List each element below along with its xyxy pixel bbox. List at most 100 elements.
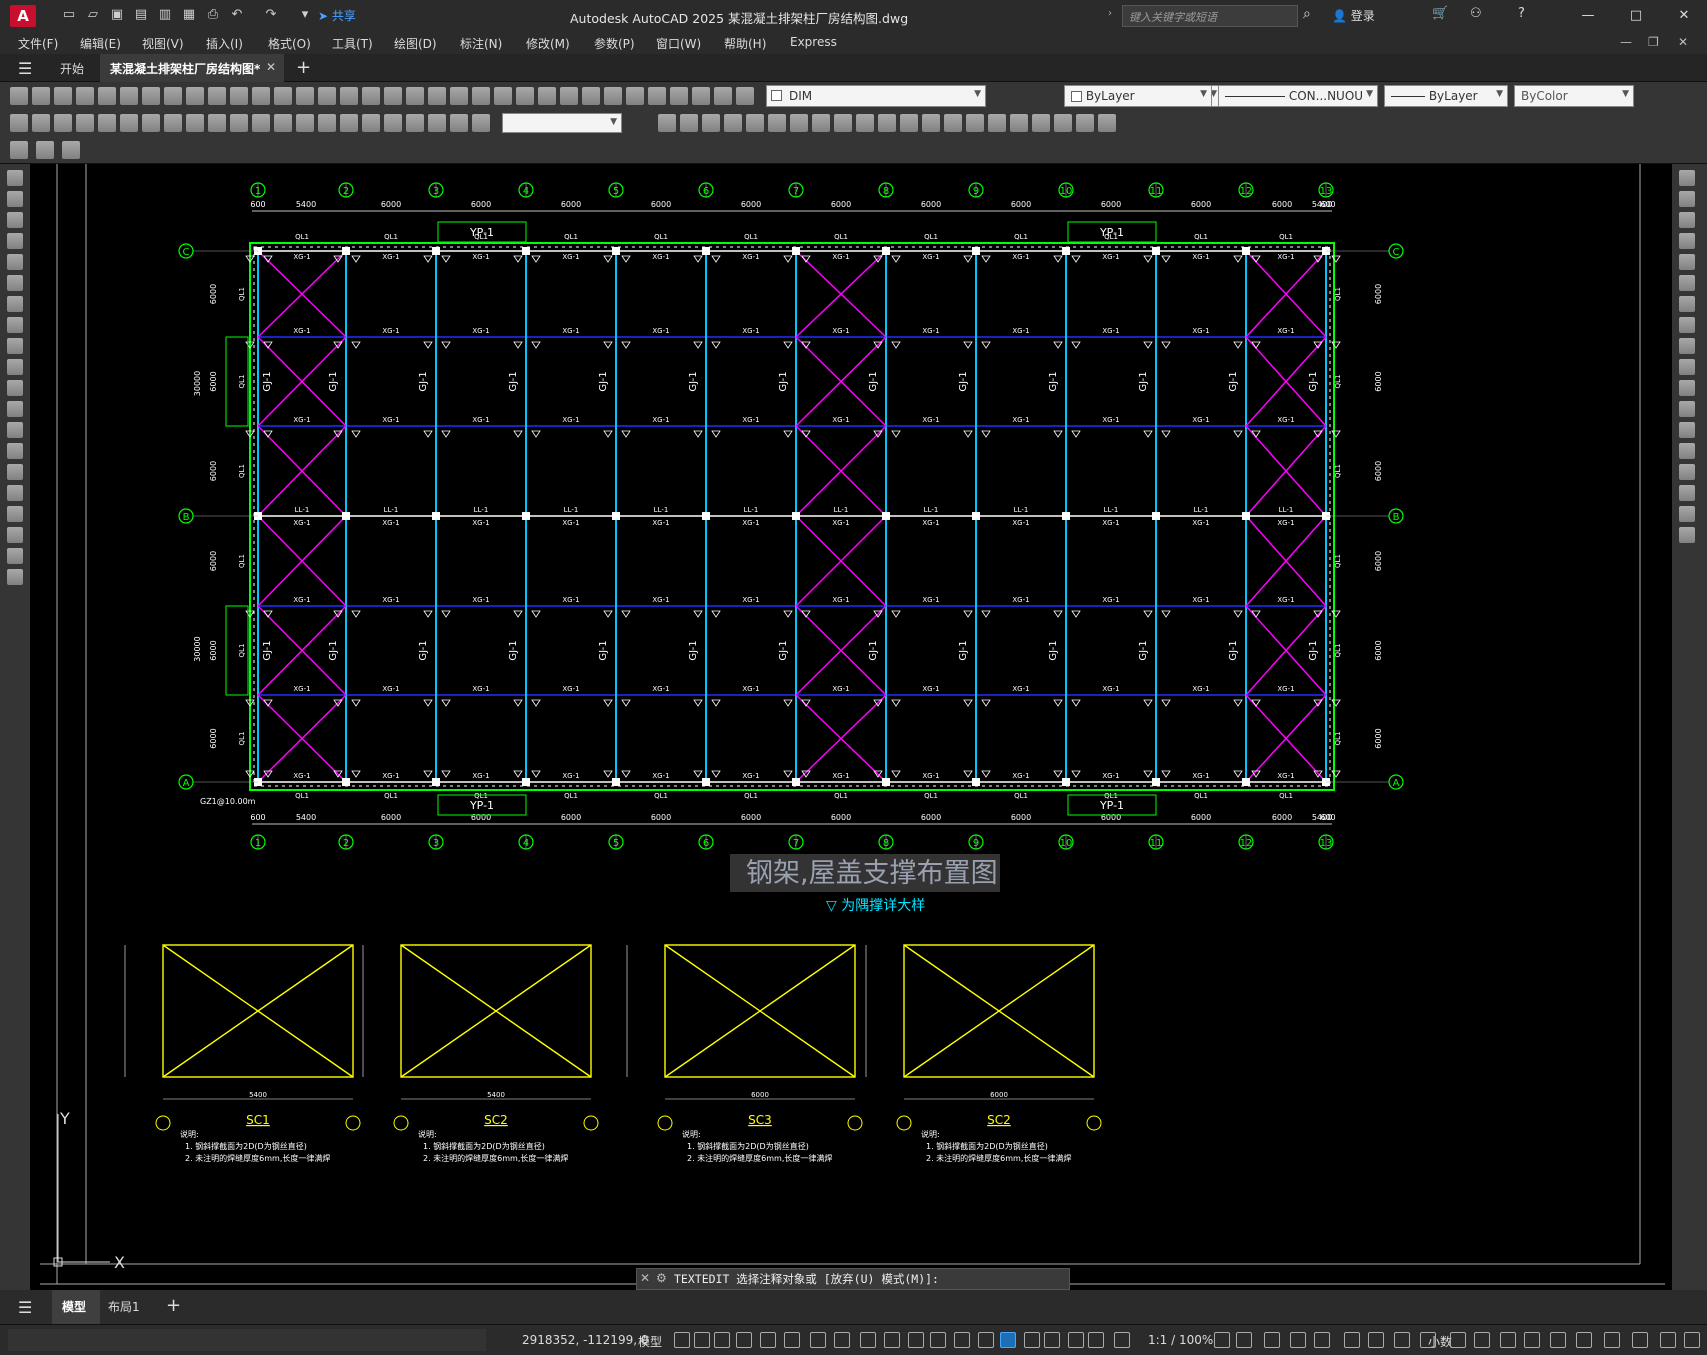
modify-tool-icon[interactable]	[1679, 359, 1695, 375]
tbicons-row2-tool-icon[interactable]	[472, 114, 490, 132]
status-toggle-icon[interactable]	[1450, 1332, 1466, 1348]
draw-tool-icon[interactable]	[7, 485, 23, 501]
modify-tool-icon[interactable]	[1679, 170, 1695, 186]
tbicons-row3-tool-icon[interactable]	[36, 141, 54, 159]
draw-tool-icon[interactable]	[7, 506, 23, 522]
status-toggle-icon[interactable]	[978, 1332, 994, 1348]
tab-layout1[interactable]: 布局1	[108, 1298, 140, 1315]
status-toggle-icon[interactable]	[784, 1332, 800, 1348]
status-toggle-icon[interactable]	[810, 1332, 826, 1348]
status-toggle-icon[interactable]	[1000, 1332, 1016, 1348]
status-toggle-icon[interactable]	[1550, 1332, 1566, 1348]
tbicons-row1-tool-icon[interactable]	[142, 87, 160, 105]
draw-tool-icon[interactable]	[7, 170, 23, 186]
status-toggle-icon[interactable]	[1684, 1332, 1700, 1348]
status-toggle-icon[interactable]	[1632, 1332, 1648, 1348]
drawing-canvas[interactable]: 1 1 2 2 3 3 4 4 5 5 6 6 7 7 8 8 9 9 10 10 11 11 12 12 13 13 C C B B A A…	[30, 164, 1672, 1290]
modify-tool-icon[interactable]	[1679, 254, 1695, 270]
tbicons-row2-tool-icon[interactable]	[32, 114, 50, 132]
tbicons-row2b-tool-icon[interactable]	[922, 114, 940, 132]
draw-tool-icon[interactable]	[7, 401, 23, 417]
menu-window[interactable]: 窗口(W)	[656, 35, 701, 52]
tbicons-row2-tool-icon[interactable]	[362, 114, 380, 132]
layout-menu-icon[interactable]: ☰	[18, 1298, 32, 1317]
minimize-icon[interactable]: —	[1578, 6, 1598, 26]
status-toggle-icon[interactable]	[1290, 1332, 1306, 1348]
menu-edit[interactable]: 编辑(E)	[80, 35, 121, 52]
menu-draw[interactable]: 绘图(D)	[394, 35, 437, 52]
command-settings-icon[interactable]: ⚙	[656, 1271, 667, 1285]
tbicons-row2-tool-icon[interactable]	[318, 114, 336, 132]
save-web-icon[interactable]: ▦	[180, 6, 198, 24]
status-toggle-icon[interactable]	[834, 1332, 850, 1348]
status-toggle-icon[interactable]	[1576, 1332, 1592, 1348]
draw-tool-icon[interactable]	[7, 296, 23, 312]
tbicons-row2-tool-icon[interactable]	[10, 114, 28, 132]
modify-tool-icon[interactable]	[1679, 443, 1695, 459]
tab-document[interactable]: 某混凝土排架柱厂房结构图* ✕	[100, 54, 284, 82]
new-file-icon[interactable]: ▭	[60, 6, 78, 24]
status-toggle-icon[interactable]	[694, 1332, 710, 1348]
modify-tool-icon[interactable]	[1679, 275, 1695, 291]
status-toggle-icon[interactable]	[1314, 1332, 1330, 1348]
tbicons-row1-tool-icon[interactable]	[648, 87, 666, 105]
tbicons-row2b-tool-icon[interactable]	[790, 114, 808, 132]
draw-tool-icon[interactable]	[7, 212, 23, 228]
draw-tool-icon[interactable]	[7, 548, 23, 564]
status-toggle-icon[interactable]	[1088, 1332, 1104, 1348]
coordinates-readout[interactable]: 2918352, -112199, 0	[522, 1333, 648, 1347]
tbicons-row2-tool-icon[interactable]	[450, 114, 468, 132]
status-toggle-icon[interactable]	[884, 1332, 900, 1348]
tbicons-row1-tool-icon[interactable]	[736, 87, 754, 105]
tbicons-row2-tool-icon[interactable]	[76, 114, 94, 132]
tbicons-row2b-tool-icon[interactable]	[768, 114, 786, 132]
status-toggle-icon[interactable]	[1114, 1332, 1130, 1348]
tbicons-row3-tool-icon[interactable]	[62, 141, 80, 159]
status-toggle-icon[interactable]	[1604, 1332, 1620, 1348]
tbicons-row2b-tool-icon[interactable]	[1098, 114, 1116, 132]
tbicons-row2b-tool-icon[interactable]	[1032, 114, 1050, 132]
customize-icon[interactable]: ▾	[296, 6, 314, 24]
menu-parametric[interactable]: 参数(P)	[594, 35, 635, 52]
tbicons-row1-tool-icon[interactable]	[186, 87, 204, 105]
save-as-icon[interactable]: ▤	[132, 6, 150, 24]
tbicons-row2b-tool-icon[interactable]	[658, 114, 676, 132]
modify-tool-icon[interactable]	[1679, 506, 1695, 522]
linetype-dropdown[interactable]: CON...NUOU ▼	[1218, 85, 1378, 107]
tbicons-row1-tool-icon[interactable]	[230, 87, 248, 105]
redo-icon[interactable]: ↷	[262, 6, 280, 24]
tbicons-row1-tool-icon[interactable]	[560, 87, 578, 105]
status-toggle-icon[interactable]	[930, 1332, 946, 1348]
modify-tool-icon[interactable]	[1679, 527, 1695, 543]
status-toggle-icon[interactable]	[736, 1332, 752, 1348]
tbicons-row3-tool-icon[interactable]	[10, 141, 28, 159]
plot-icon[interactable]: ⎙	[204, 6, 222, 24]
status-toggle-icon[interactable]	[1024, 1332, 1040, 1348]
tbicons-row1-tool-icon[interactable]	[450, 87, 468, 105]
account-icon[interactable]: ⚇	[1470, 6, 1482, 21]
share-button[interactable]: ➤ 共享	[318, 7, 356, 24]
tbicons-row1-tool-icon[interactable]	[472, 87, 490, 105]
tbicons-row2-tool-icon[interactable]	[186, 114, 204, 132]
tbicons-row2b-tool-icon[interactable]	[878, 114, 896, 132]
status-toggle-icon[interactable]	[1474, 1332, 1490, 1348]
menu-format[interactable]: 格式(O)	[268, 35, 311, 52]
modify-tool-icon[interactable]	[1679, 464, 1695, 480]
modify-tool-icon[interactable]	[1679, 212, 1695, 228]
tbicons-row1-tool-icon[interactable]	[538, 87, 556, 105]
modify-tool-icon[interactable]	[1679, 380, 1695, 396]
tbicons-row2b-tool-icon[interactable]	[746, 114, 764, 132]
draw-tool-icon[interactable]	[7, 338, 23, 354]
tbicons-row1-tool-icon[interactable]	[296, 87, 314, 105]
status-toggle-icon[interactable]	[760, 1332, 776, 1348]
tbicons-row2b-tool-icon[interactable]	[988, 114, 1006, 132]
tbicons-row2-tool-icon[interactable]	[406, 114, 424, 132]
draw-tool-icon[interactable]	[7, 422, 23, 438]
draw-tool-icon[interactable]	[7, 464, 23, 480]
tab-start[interactable]: 开始	[60, 60, 84, 77]
tbicons-row1-tool-icon[interactable]	[406, 87, 424, 105]
hamburger-menu-icon[interactable]: ☰	[18, 59, 32, 78]
command-close-icon[interactable]: ✕	[640, 1271, 650, 1285]
tbicons-row2b-tool-icon[interactable]	[812, 114, 830, 132]
open-file-icon[interactable]: ▱	[84, 6, 102, 24]
